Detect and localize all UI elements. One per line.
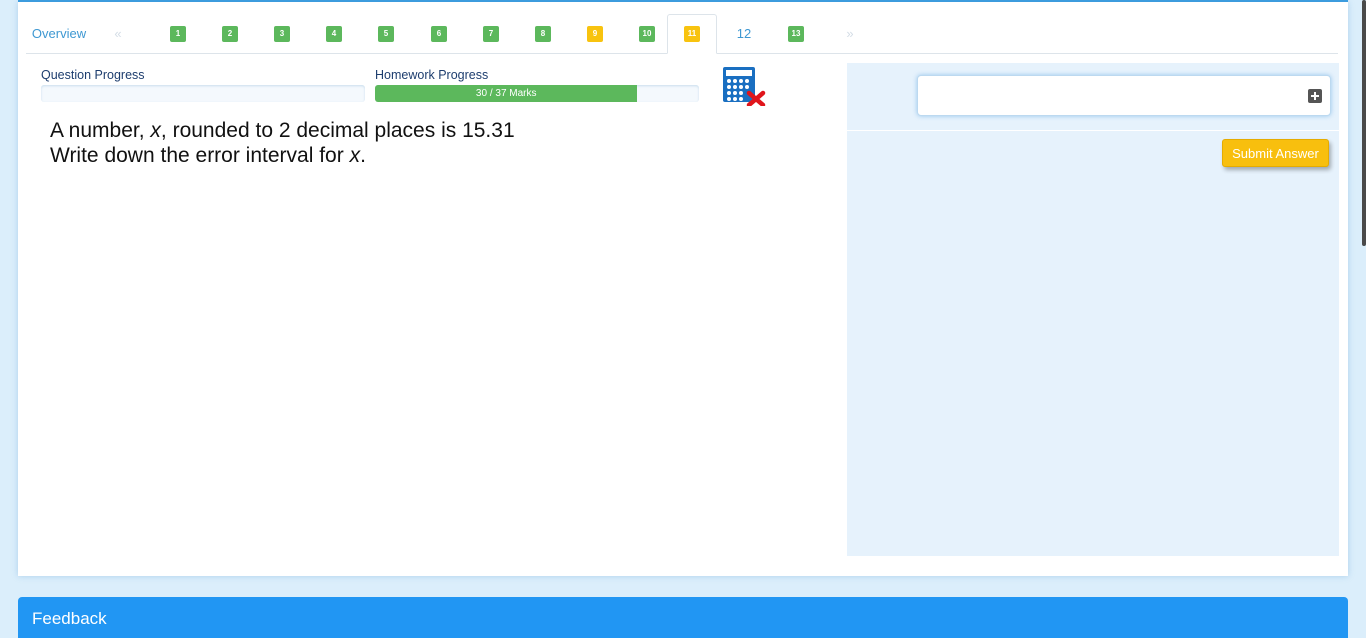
tab-overview-label: Overview	[31, 26, 87, 41]
homework-progress-fill: 30 / 37 Marks	[375, 85, 638, 102]
answer-input[interactable]	[917, 75, 1331, 116]
question-badge: 10	[639, 25, 655, 42]
question-badge: 8	[535, 25, 551, 42]
tab-question-13[interactable]: 13	[780, 14, 812, 53]
tab-question-11-active[interactable]: 11	[667, 14, 717, 54]
question-line-2: Write down the error interval for x.	[50, 144, 366, 167]
question-badge: 9	[587, 25, 603, 42]
question-badge: 4	[326, 25, 342, 42]
question-badge: 5	[378, 25, 394, 42]
question-badge: 13	[788, 25, 804, 42]
tab-question-6[interactable]: 6	[423, 14, 455, 53]
question-text: A number, x, rounded to 2 decimal places…	[50, 118, 515, 168]
question-progress-bar	[41, 85, 365, 102]
plus-square-icon[interactable]	[1308, 89, 1322, 103]
submit-answer-button[interactable]: Submit Answer	[1222, 139, 1329, 167]
homework-card: Overview « 1 2 3 4 5 6 7 8 9 10 11 12 13…	[18, 2, 1348, 576]
prev-arrow-icon: «	[114, 26, 122, 41]
homework-progress-text: 30 / 37 Marks	[475, 88, 537, 99]
next-arrow-icon: »	[846, 26, 854, 41]
tab-question-2[interactable]: 2	[214, 14, 246, 53]
question-progress-label: Question Progress	[41, 68, 145, 82]
question-badge: 11	[684, 26, 700, 42]
scrollbar-thumb[interactable]	[1362, 0, 1366, 246]
tab-question-10[interactable]: 10	[628, 14, 666, 53]
tab-question-9[interactable]: 9	[579, 14, 611, 53]
answer-input-row	[847, 63, 1339, 131]
tab-question-3[interactable]: 3	[266, 14, 298, 53]
tab-question-7[interactable]: 7	[475, 14, 507, 53]
homework-progress-bar: 30 / 37 Marks	[375, 85, 699, 102]
question-tabs: Overview « 1 2 3 4 5 6 7 8 9 10 11 12 13…	[26, 14, 1338, 54]
tab-question-5[interactable]: 5	[370, 14, 402, 53]
question-badge: 1	[170, 25, 186, 42]
calculator-not-allowed-icon	[723, 67, 766, 106]
feedback-title: Feedback	[32, 609, 107, 628]
question-badge: 7	[483, 25, 499, 42]
feedback-header[interactable]: Feedback	[18, 597, 1348, 638]
tab-next-arrow[interactable]: »	[840, 14, 860, 53]
tab-question-1[interactable]: 1	[162, 14, 194, 53]
tab-question-12[interactable]: 12	[726, 14, 762, 53]
tab-prev-arrow[interactable]: «	[108, 14, 128, 53]
tab-question-4[interactable]: 4	[318, 14, 350, 53]
homework-progress-label: Homework Progress	[375, 68, 489, 82]
tab-overview[interactable]: Overview	[26, 14, 92, 53]
question-line-1: A number, x, rounded to 2 decimal places…	[50, 119, 515, 142]
question-badge: 2	[222, 25, 238, 42]
question-badge: 6	[431, 25, 447, 42]
answer-panel: Submit Answer	[847, 63, 1339, 556]
tab-question-8[interactable]: 8	[527, 14, 559, 53]
question-badge: 3	[274, 25, 290, 42]
question-number: 12	[736, 26, 752, 41]
